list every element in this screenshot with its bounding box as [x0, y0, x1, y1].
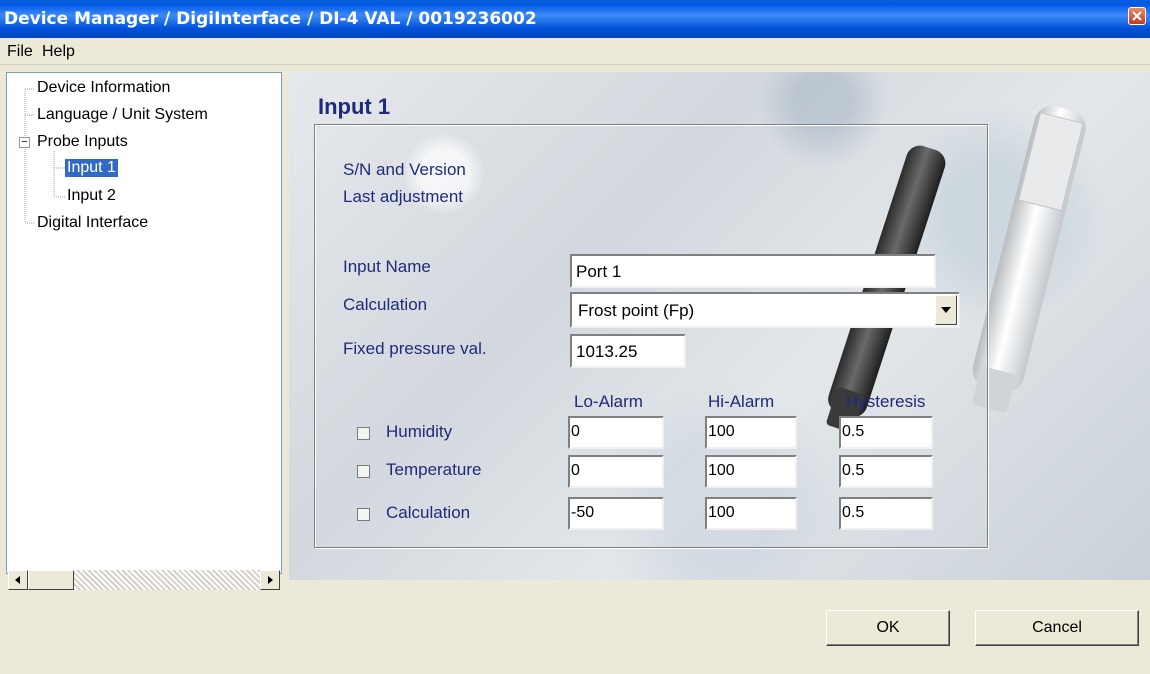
scrollbar-thumb[interactable] — [28, 570, 74, 590]
tree-horizontal-scrollbar[interactable] — [8, 570, 280, 590]
arrow-left-icon — [15, 576, 20, 584]
calculation-label: Calculation — [343, 295, 428, 314]
dropdown-button[interactable] — [935, 295, 957, 325]
input-name-field[interactable]: Port 1 — [570, 254, 936, 288]
tree-item-input-2[interactable]: Input 2 — [67, 187, 116, 205]
close-button[interactable] — [1128, 7, 1146, 25]
sn-version-label: S/N and Version — [343, 160, 466, 179]
temperature-checkbox[interactable] — [357, 465, 370, 478]
close-icon — [1132, 11, 1142, 21]
hysteresis-header: Hysteresis — [846, 392, 926, 411]
calculation-checkbox[interactable] — [357, 508, 370, 521]
fixed-pressure-field[interactable]: 1013.25 — [570, 334, 686, 368]
scroll-right-button[interactable] — [260, 570, 280, 590]
humidity-lo-alarm-field[interactable]: 0 — [568, 416, 664, 449]
cancel-button[interactable]: Cancel — [975, 610, 1139, 646]
lo-alarm-header: Lo-Alarm — [574, 392, 643, 411]
temperature-label: Temperature — [386, 460, 482, 479]
title-bar: Device Manager / DigiInterface / DI-4 VA… — [0, 0, 1150, 38]
humidity-checkbox[interactable] — [357, 427, 370, 440]
tree-item-digital-interface[interactable]: Digital Interface — [37, 214, 148, 232]
navigation-tree: Device Information Language / Unit Syste… — [6, 72, 282, 574]
tree-item-device-information[interactable]: Device Information — [37, 79, 170, 97]
menu-bar: File Help — [0, 38, 1150, 65]
input-name-label: Input Name — [343, 257, 431, 276]
tree-item-probe-inputs[interactable]: Probe Inputs — [37, 133, 128, 151]
temperature-hi-alarm-field[interactable]: 100 — [705, 455, 797, 488]
calculation-selected-value: Frost point (Fp) — [578, 301, 695, 320]
scroll-left-button[interactable] — [8, 570, 28, 590]
humidity-hysteresis-field[interactable]: 0.5 — [839, 416, 933, 449]
tree-item-language-unit-system[interactable]: Language / Unit System — [37, 106, 208, 124]
collapse-icon[interactable]: − — [19, 137, 30, 148]
calculation-lo-alarm-field[interactable]: -50 — [568, 497, 664, 530]
calculation-row-label: Calculation — [386, 503, 471, 522]
tree-item-input-1[interactable]: Input 1 — [65, 159, 118, 177]
hi-alarm-header: Hi-Alarm — [708, 392, 775, 411]
fixed-pressure-label: Fixed pressure val. — [343, 339, 487, 358]
humidity-label: Humidity — [386, 422, 453, 441]
temperature-hysteresis-field[interactable]: 0.5 — [839, 455, 933, 488]
menu-help[interactable]: Help — [42, 43, 75, 61]
ok-button[interactable]: OK — [826, 610, 950, 646]
window-title: Device Manager / DigiInterface / DI-4 VA… — [4, 9, 537, 29]
calculation-select[interactable]: Frost point (Fp) — [570, 292, 960, 328]
chevron-down-icon — [941, 307, 951, 313]
calculation-hi-alarm-field[interactable]: 100 — [705, 497, 797, 530]
page-title: Input 1 — [318, 94, 391, 119]
calculation-hysteresis-field[interactable]: 0.5 — [839, 497, 933, 530]
temperature-lo-alarm-field[interactable]: 0 — [568, 455, 664, 488]
humidity-hi-alarm-field[interactable]: 100 — [705, 416, 797, 449]
menu-file[interactable]: File — [7, 43, 33, 61]
arrow-right-icon — [268, 576, 273, 584]
last-adjustment-label: Last adjustment — [343, 187, 464, 206]
